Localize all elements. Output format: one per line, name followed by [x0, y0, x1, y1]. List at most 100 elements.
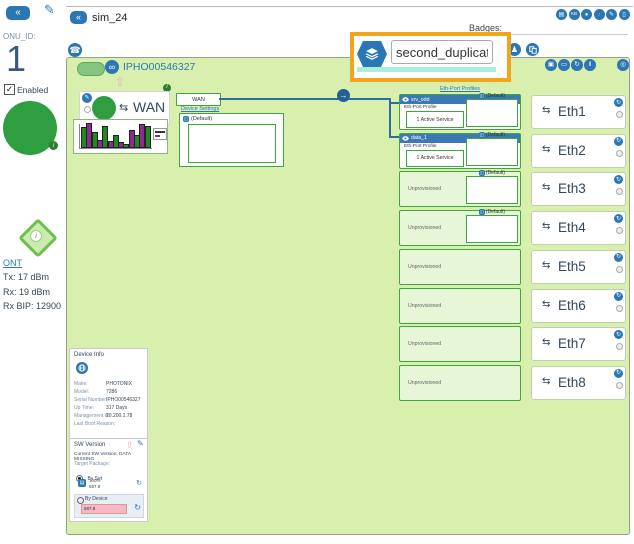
droplet-icon[interactable]: ●	[581, 9, 592, 20]
active-service-box[interactable]: 1 Active Service	[406, 111, 464, 128]
device-field-value: 7286	[106, 389, 117, 395]
sidebar: « ✎ ONU_ID: 1 ✓ Enabled i i ONT Tx: 17 d…	[0, 0, 66, 544]
eth-port-card[interactable]: ⇆Eth2↻	[531, 134, 626, 168]
arrows-icon: ⇆	[542, 299, 550, 310]
teal-strip	[357, 67, 496, 72]
edit-icon[interactable]: ✎	[44, 2, 55, 18]
status-dot	[616, 188, 623, 195]
camera-icon[interactable]: ▣	[545, 59, 557, 71]
upgrade-arrow-icon[interactable]: ⇧	[126, 440, 134, 451]
trash-icon[interactable]: ▭	[558, 59, 570, 71]
globe-icon[interactable]	[76, 362, 88, 374]
arrows-icon: ⇆	[542, 221, 550, 232]
eth-profile-row[interactable]: srv_odd Eth-Port Profile1 Active Service ◫…	[399, 94, 521, 130]
port-name: Eth3	[558, 181, 586, 196]
enabled-checkbox[interactable]: ✓	[4, 84, 15, 95]
eth-port-card[interactable]: ⇆Eth3↻	[531, 172, 626, 206]
status-pill[interactable]	[77, 62, 105, 76]
sw-version-title: SW Version	[74, 442, 105, 448]
comment-icon[interactable]: ▤	[556, 9, 567, 20]
eth-port-card[interactable]: ⇆Eth8↻	[531, 366, 626, 400]
status-dot	[616, 150, 623, 157]
refresh-icon[interactable]: ↻	[571, 59, 583, 71]
default-profile-box[interactable]	[466, 138, 518, 166]
bell-icon[interactable]: ♪	[594, 9, 605, 20]
eth-profile-row[interactable]: Unprovisioned ◫(Default)	[399, 210, 521, 246]
unprovisioned-label: Unprovisioned	[408, 211, 441, 245]
eth-port-card[interactable]: ⇆Eth6↻	[531, 289, 626, 323]
eth-profile-row[interactable]: Unprovisioned◫(Default)	[399, 171, 521, 207]
refresh-icon[interactable]: ↻	[136, 479, 142, 487]
default-profile-box[interactable]	[466, 215, 518, 243]
default-tag: ◫(Default)	[462, 209, 522, 215]
device-field-value: 10.200.1.78	[106, 413, 132, 419]
sim-title: sim_24	[92, 12, 127, 24]
edit-icon[interactable]: ✎	[137, 439, 144, 448]
default-profile-box[interactable]	[466, 99, 518, 127]
badge-name-input[interactable]	[391, 40, 493, 64]
by-device-radio[interactable]	[77, 497, 84, 504]
arrows-icon: ⇆	[542, 376, 550, 387]
collapse-button[interactable]: «	[6, 6, 30, 20]
sync-icon[interactable]: ↻	[614, 137, 623, 146]
link-icon[interactable]: ∞	[105, 60, 119, 74]
profile-name: data_1	[411, 135, 427, 141]
badge-editor-highlight	[350, 32, 511, 82]
info-icon: i	[30, 230, 42, 242]
default-profile-box[interactable]	[466, 176, 518, 204]
active-service-box[interactable]: 1 Active Service	[406, 150, 464, 167]
pencil-icon[interactable]: ✎	[606, 9, 617, 20]
profile-sublabel: Eth-Port Profile	[404, 105, 437, 110]
profile-name: srv_odd	[411, 97, 429, 103]
gear-icon[interactable]: ◎	[617, 59, 629, 71]
eth-profile-row[interactable]: Unprovisioned	[399, 365, 521, 401]
eth-profile-row[interactable]: data_1Eth-Port Profile1 Active Service◫(…	[399, 133, 521, 169]
default-tag: ◫(Default)	[462, 170, 522, 176]
default-tag: ◫(Default)	[462, 132, 522, 138]
eth-port-card[interactable]: ⇆Eth4↻	[531, 211, 626, 245]
eth-port-card[interactable]: ⇆Eth1↻	[531, 95, 626, 129]
sync-icon[interactable]: ↻	[614, 369, 623, 378]
set-package-item[interactable]: ▤ 100% 587.8 ↻	[78, 478, 142, 492]
status-dot	[616, 111, 623, 118]
device-field-value: 317 Days	[106, 405, 127, 411]
status-dot	[616, 343, 623, 350]
port-name: Eth1	[558, 104, 586, 119]
device-field-label: Serial Number:	[74, 397, 107, 403]
ont-link[interactable]: ONT	[3, 258, 22, 268]
eth-profile-row[interactable]: Unprovisioned	[399, 288, 521, 324]
eth-profile-row[interactable]: Unprovisioned	[399, 249, 521, 285]
device-info-title: Device Info	[74, 352, 104, 358]
layers-icon[interactable]	[357, 41, 387, 67]
sync-icon[interactable]: ↻	[614, 253, 623, 262]
device-field-label: Make:	[74, 381, 88, 387]
eth-port-card[interactable]: ⇆Eth5↻	[531, 250, 626, 284]
eth-port-card[interactable]: ⇆Eth7↻	[531, 327, 626, 361]
target-package-label: Target Package:	[74, 461, 110, 467]
upgrade-arrow-icon[interactable]: ⇧	[115, 75, 125, 89]
onu-id-value: 1	[6, 38, 26, 80]
sync-icon[interactable]: ↻	[614, 214, 623, 223]
rx-value: Rx: 19 dBm	[3, 287, 50, 297]
sim-icon[interactable]: «	[70, 11, 87, 24]
sync-icon[interactable]: ↻	[614, 98, 623, 107]
eth-port-profiles-link[interactable]: Eth-Port Profiles	[399, 86, 521, 92]
rx-bip-value: Rx BIP: 12900	[3, 301, 61, 311]
kb-icon[interactable]: KB	[569, 9, 580, 20]
default-tag: ◫(Default)	[462, 93, 522, 99]
pause-icon[interactable]: ‖	[584, 59, 596, 71]
copy-icon[interactable]	[526, 43, 539, 56]
sync-icon[interactable]: ↻	[614, 292, 623, 301]
call-icon[interactable]: ☎	[68, 43, 82, 57]
info-icon[interactable]: i	[49, 141, 58, 150]
sync-icon[interactable]: ↻	[614, 175, 623, 184]
default-label: (Default)	[486, 209, 505, 215]
sync-icon[interactable]: ↻	[614, 330, 623, 339]
refresh-icon[interactable]: ↻	[134, 503, 141, 512]
unprovisioned-label: Unprovisioned	[408, 366, 441, 400]
status-dot	[616, 266, 623, 273]
eth-profile-row[interactable]: Unprovisioned	[399, 326, 521, 362]
phone-icon[interactable]: ▯	[619, 9, 630, 20]
device-version-input[interactable]: 587.8	[81, 504, 127, 514]
arrows-icon: ⇆	[542, 144, 550, 155]
